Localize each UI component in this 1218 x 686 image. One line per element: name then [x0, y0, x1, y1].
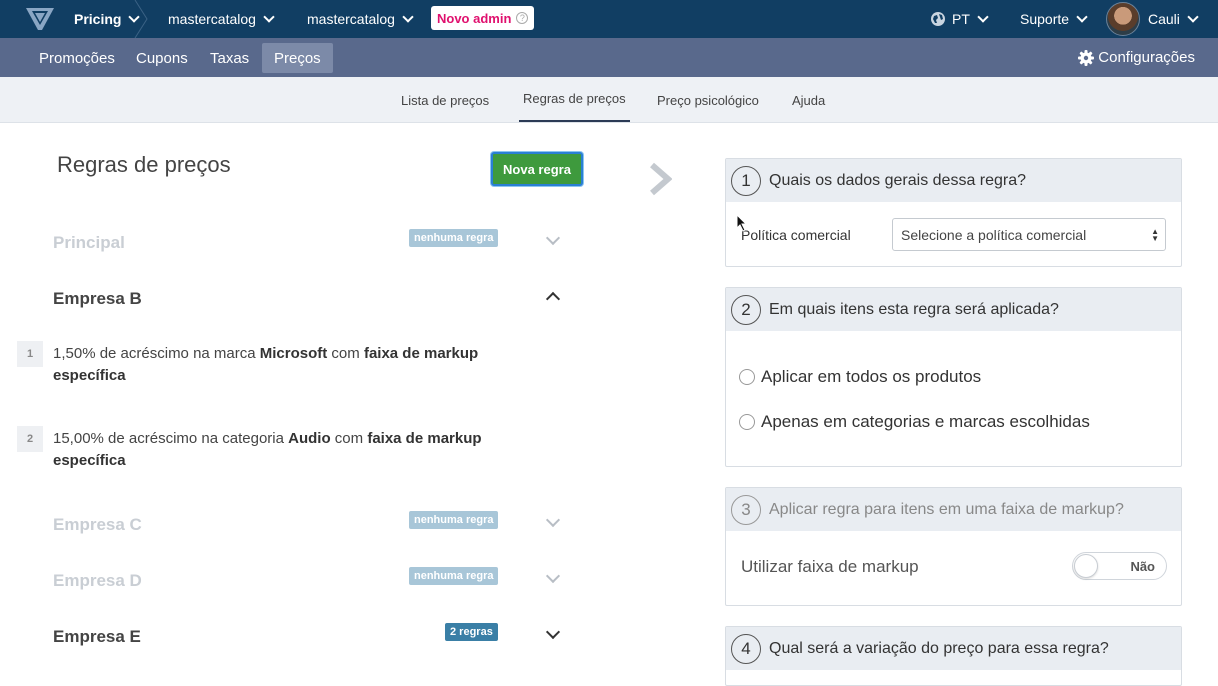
radio-all-products[interactable]: Aplicar em todos os produtos	[739, 367, 981, 387]
radio-chosen-categories[interactable]: Apenas em categorias e marcas escolhidas	[739, 412, 1090, 432]
language-menu[interactable]: PT	[930, 0, 989, 38]
tab-help[interactable]: Ajuda	[792, 77, 825, 123]
account-label: mastercatalog	[168, 11, 256, 27]
step-header: 2 Em quais itens esta regra será aplicad…	[726, 288, 1181, 331]
step-general-card: 1 Quais os dados gerais dessa regra? Pol…	[725, 158, 1182, 267]
commercial-policy-label: Política comercial	[741, 227, 851, 243]
rule-count-badge: nenhuma regra	[409, 511, 499, 529]
nav-precos[interactable]: Preços	[262, 43, 333, 73]
group-empresa-b[interactable]: Empresa B	[53, 289, 142, 309]
rule-count-badge: nenhuma regra	[409, 229, 499, 247]
rule-count-badge: 2 regras	[445, 623, 498, 641]
top-bar: Pricing mastercatalog mastercatalog Novo…	[0, 0, 1218, 38]
mouse-cursor-icon	[736, 214, 748, 232]
group-principal[interactable]: Principal	[53, 233, 125, 253]
breadcrumb-separator-icon	[134, 0, 148, 38]
toggle-knob	[1074, 554, 1098, 578]
new-admin-badge[interactable]: Novo admin ?	[431, 6, 535, 30]
nav-cupons[interactable]: Cupons	[124, 43, 200, 73]
store-label: mastercatalog	[307, 11, 395, 27]
step-number: 1	[731, 165, 761, 196]
rule-count-badge: nenhuma regra	[409, 567, 499, 585]
step-header: 3 Aplicar regra para itens em uma faixa …	[726, 488, 1181, 531]
step-number: 3	[731, 494, 761, 525]
chevron-down-icon[interactable]	[545, 230, 561, 246]
group-empresa-d[interactable]: Empresa D	[53, 571, 142, 591]
nav-promocoes[interactable]: Promoções	[27, 43, 127, 73]
chevron-down-icon	[1187, 11, 1199, 23]
radio-button[interactable]	[739, 414, 755, 430]
chevron-down-icon	[263, 11, 275, 23]
page-title: Regras de preços	[57, 152, 231, 177]
nav-taxas[interactable]: Taxas	[198, 43, 261, 73]
chevron-down-icon	[402, 11, 414, 23]
step-variation-card: 4 Qual será a variação do preço para ess…	[725, 626, 1182, 686]
account-menu[interactable]: mastercatalog	[168, 0, 275, 38]
commercial-policy-select[interactable]: Selecione a política comercial ▲ ▼	[892, 218, 1166, 251]
rule-description: 15,00% de acréscimo na categoria Audio c…	[53, 430, 482, 469]
app-menu[interactable]: Pricing	[74, 0, 141, 38]
step-title: Quais os dados gerais dessa regra?	[769, 171, 1027, 189]
step-title: Aplicar regra para itens em uma faixa de…	[769, 500, 1124, 518]
tab-psychological-price[interactable]: Preço psicológico	[657, 77, 759, 123]
chevron-down-icon[interactable]	[545, 624, 561, 640]
step-markup-card: 3 Aplicar regra para itens em uma faixa …	[725, 487, 1182, 606]
markup-range-toggle[interactable]: Não	[1072, 552, 1167, 580]
step-header: 1 Quais os dados gerais dessa regra?	[726, 159, 1181, 202]
module-nav: Promoções Cupons Taxas Preços Configuraç…	[0, 38, 1218, 77]
chevron-right-icon	[650, 162, 672, 196]
chevron-up-icon[interactable]	[545, 291, 561, 307]
toggle-label: Não	[1130, 559, 1155, 574]
markup-range-label: Utilizar faixa de markup	[741, 557, 919, 576]
rule-number: 2	[17, 426, 43, 452]
user-menu[interactable]: Cauli	[1148, 0, 1199, 38]
store-menu[interactable]: mastercatalog	[307, 0, 414, 38]
support-menu[interactable]: Suporte	[1020, 0, 1088, 38]
rule-description: 1,50% de acréscimo na marca Microsoft co…	[53, 345, 479, 384]
step-number: 4	[731, 633, 761, 664]
settings-label: Configurações	[1098, 49, 1195, 66]
help-icon[interactable]: ?	[516, 12, 529, 24]
new-rule-button[interactable]: Nova regra	[491, 152, 583, 186]
rule-number: 1	[17, 341, 43, 367]
support-label: Suporte	[1020, 11, 1070, 27]
user-avatar[interactable]	[1106, 2, 1140, 36]
step-title: Em quais itens esta regra será aplicada?	[769, 300, 1059, 318]
user-name: Cauli	[1148, 11, 1180, 27]
radio-button[interactable]	[739, 369, 755, 385]
step-number: 2	[731, 294, 761, 325]
settings-link[interactable]: Configurações	[1078, 38, 1195, 77]
radio-label: Apenas em categorias e marcas escolhidas	[761, 412, 1090, 431]
group-empresa-e[interactable]: Empresa E	[53, 627, 141, 647]
sub-nav: Lista de preços Regras de preços Preço p…	[0, 77, 1218, 123]
language-label: PT	[952, 11, 970, 27]
gear-icon	[1078, 49, 1095, 66]
step-title: Qual será a variação do preço para essa …	[769, 639, 1109, 657]
app-menu-label: Pricing	[74, 11, 122, 27]
vtex-logo-icon[interactable]	[26, 8, 54, 30]
chevron-down-icon[interactable]	[545, 512, 561, 528]
chevron-down-icon[interactable]	[545, 568, 561, 584]
tab-price-rules[interactable]: Regras de preços	[519, 77, 630, 122]
globe-icon	[931, 12, 945, 26]
step-items-card: 2 Em quais itens esta regra será aplicad…	[725, 287, 1182, 467]
chevron-down-icon	[977, 11, 989, 23]
select-arrows-icon: ▲ ▼	[1151, 227, 1159, 243]
step-header: 4 Qual será a variação do preço para ess…	[726, 627, 1181, 670]
radio-label: Aplicar em todos os produtos	[761, 367, 982, 386]
select-value: Selecione a política comercial	[901, 226, 1087, 243]
chevron-down-icon	[1076, 11, 1088, 23]
group-empresa-c[interactable]: Empresa C	[53, 515, 142, 535]
new-admin-label: Novo admin	[437, 10, 512, 26]
tab-price-list[interactable]: Lista de preços	[401, 77, 489, 123]
